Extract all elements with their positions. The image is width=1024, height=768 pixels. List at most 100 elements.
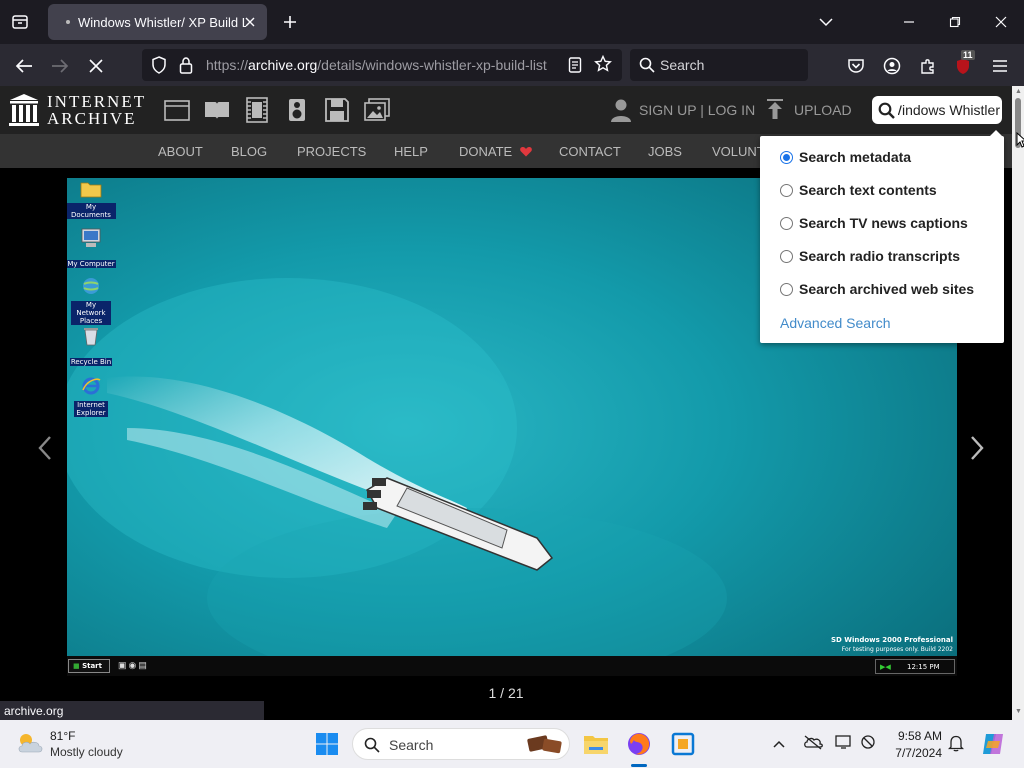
network-status-icon[interactable] (860, 734, 878, 755)
scroll-down-arrow-icon[interactable]: ▼ (1015, 708, 1022, 715)
radio-metadata[interactable] (780, 150, 793, 164)
option-label: Search TV news captions (799, 215, 968, 231)
advanced-search-link[interactable]: Advanced Search (780, 315, 891, 331)
browser-search-field[interactable]: Search (630, 49, 808, 81)
taskbar-clock-time[interactable]: 9:58 AM (892, 729, 942, 743)
video-film-icon[interactable] (243, 96, 271, 124)
close-window-icon[interactable] (987, 8, 1015, 36)
audio-speaker-icon[interactable] (283, 96, 311, 124)
tray-icons: ▶◀ (880, 663, 891, 671)
account-icon[interactable] (878, 52, 906, 80)
sandbox-app-icon[interactable] (667, 728, 699, 760)
nav-help[interactable]: HELP (394, 144, 428, 159)
hamburger-menu-icon[interactable] (986, 52, 1014, 80)
display-projector-icon[interactable] (835, 734, 853, 755)
link-status-bar: archive.org (0, 701, 264, 721)
list-all-tabs-icon[interactable] (8, 10, 32, 34)
address-bar[interactable]: https://archive.org/details/windows-whis… (142, 49, 622, 81)
search-icon (639, 57, 655, 78)
nav-donate[interactable]: DONATE (459, 144, 532, 160)
texts-book-icon[interactable] (203, 96, 231, 124)
nav-blog[interactable]: BLOG (231, 144, 267, 159)
firefox-icon[interactable] (623, 728, 655, 760)
stop-loading-icon[interactable] (82, 52, 110, 80)
nav-jobs[interactable]: JOBS (648, 144, 682, 159)
ia-logo-building-icon[interactable] (9, 93, 39, 132)
bookmark-star-icon[interactable] (594, 54, 612, 78)
build-watermark: SD Windows 2000 Professional For testing… (831, 636, 953, 654)
radio-text-contents[interactable] (780, 183, 793, 197)
nav-about[interactable]: ABOUT (158, 144, 203, 159)
web-archive-icon[interactable] (163, 96, 191, 124)
next-slide-chevron-icon[interactable] (968, 434, 986, 467)
reader-view-icon[interactable] (568, 56, 582, 79)
desktop-icon-recycle-bin[interactable]: Recycle Bin (67, 326, 116, 369)
lock-icon[interactable] (179, 56, 193, 79)
weather-description[interactable]: Mostly cloudy (50, 745, 123, 759)
ia-search-input[interactable] (898, 101, 1000, 119)
xp-system-tray: ▶◀ 12:15 PM (875, 659, 955, 674)
watermark-line1: SD Windows 2000 Professional (830, 636, 953, 644)
tracking-protection-shield-icon[interactable] (151, 56, 167, 79)
windows-taskbar: 81°F Mostly cloudy Search 9:58 AM 7/7/20… (0, 720, 1024, 768)
new-tab-icon[interactable] (278, 10, 302, 34)
nav-contact[interactable]: CONTACT (559, 144, 621, 159)
page-scrollbar[interactable]: ▲ ▼ (1012, 86, 1024, 720)
desktop-icon-my-computer[interactable]: My Computer (67, 228, 116, 271)
ia-logo-wordmark[interactable]: INTERNET ARCHIVE (47, 93, 146, 127)
minimize-icon[interactable] (895, 8, 923, 36)
show-hidden-icons-chevron-icon[interactable] (772, 736, 786, 754)
weather-temperature[interactable]: 81°F (50, 729, 75, 743)
pocket-icon[interactable] (842, 52, 870, 80)
images-icon[interactable] (363, 96, 391, 124)
search-option-radio-transcripts[interactable]: Search radio transcripts (780, 248, 960, 264)
ia-top-header: INTERNET ARCHIVE SIGN UP | LOG IN UPLOAD (0, 86, 1012, 134)
back-arrow-icon[interactable] (10, 52, 38, 80)
tab-title: Windows Whistler/ XP Build List (78, 14, 246, 30)
browser-tab-active[interactable]: Windows Whistler/ XP Build List (48, 4, 267, 40)
close-tab-icon[interactable] (241, 13, 259, 31)
previous-slide-chevron-icon[interactable] (36, 434, 54, 467)
scroll-up-arrow-icon[interactable]: ▲ (1015, 88, 1022, 95)
radio-tv-news[interactable] (780, 216, 793, 230)
search-option-metadata[interactable]: Search metadata (780, 149, 911, 165)
nav-volunteer[interactable]: VOLUNT (712, 144, 765, 159)
tab-loading-dot (66, 20, 70, 24)
taskbar-search-box[interactable]: Search (352, 728, 570, 760)
weather-cloud-icon[interactable] (16, 732, 44, 759)
search-icon[interactable] (878, 102, 895, 124)
restore-icon[interactable] (941, 8, 969, 36)
notifications-bell-icon[interactable] (947, 734, 965, 757)
windows-start-icon[interactable] (311, 728, 343, 760)
quick-launch-icons[interactable]: ▣◉▤ (118, 660, 149, 671)
forward-arrow-icon[interactable] (46, 52, 74, 80)
search-option-text-contents[interactable]: Search text contents (780, 182, 937, 198)
radio-archived-web-sites[interactable] (780, 282, 793, 296)
ia-search-box[interactable] (872, 96, 1002, 124)
folder-icon (80, 182, 102, 198)
copilot-icon[interactable] (980, 731, 1006, 762)
option-label: Search radio transcripts (799, 248, 961, 264)
software-floppy-icon[interactable] (323, 96, 351, 124)
desktop-icon-internet-explorer[interactable]: Internet Explorer (67, 376, 116, 420)
onedrive-offline-icon[interactable] (803, 734, 823, 755)
tray-clock: 12:15 PM (907, 663, 940, 671)
desktop-icon-label: My Network Places (71, 301, 111, 325)
radio-radio-transcripts[interactable] (780, 249, 793, 263)
upload-arrow-icon[interactable] (765, 99, 785, 126)
taskbar-clock-date[interactable]: 7/7/2024 (886, 746, 942, 760)
tab-list-chevron-icon[interactable] (812, 8, 840, 36)
search-option-tv-news[interactable]: Search TV news captions (780, 215, 968, 231)
upload-link[interactable]: UPLOAD (794, 102, 852, 118)
file-explorer-icon[interactable] (580, 728, 612, 760)
ublock-extension-icon[interactable]: 11 (950, 50, 978, 80)
desktop-icon-my-network-places[interactable]: My Network Places (67, 276, 116, 328)
extensions-puzzle-icon[interactable] (914, 52, 942, 80)
signup-login-link[interactable]: SIGN UP | LOG IN (639, 102, 755, 118)
xp-start-button[interactable]: ■ Start (68, 659, 110, 673)
user-avatar-icon[interactable] (610, 98, 632, 127)
url-text[interactable]: https://archive.org/details/windows-whis… (206, 57, 552, 73)
desktop-icon-my-documents[interactable]: My Documents (67, 180, 116, 222)
search-option-archived-web-sites[interactable]: Search archived web sites (780, 281, 974, 297)
nav-projects[interactable]: PROJECTS (297, 144, 366, 159)
